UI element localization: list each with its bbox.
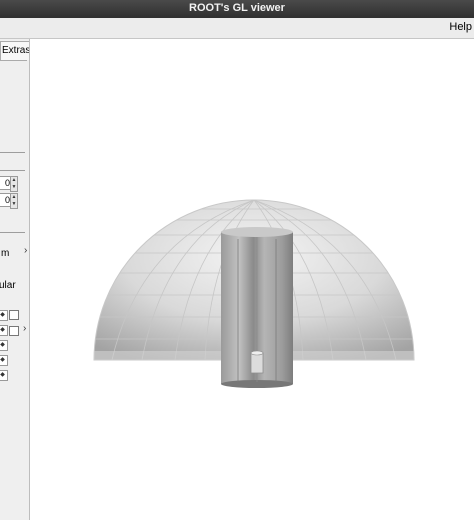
window-title: ROOT's GL viewer	[189, 2, 285, 14]
mini-spinner-1-icon[interactable]: ◆	[0, 310, 8, 321]
chevron-right-icon[interactable]: ›	[23, 323, 26, 334]
editor-side-panel: Extras 0 ▲ ▼ 0 ▲ ▼ m › ular ◆ › ◆ ◆ ◆ ◆	[0, 39, 30, 520]
side-label-partial-2: ular	[0, 280, 16, 291]
inner-cylinder	[221, 227, 293, 388]
window-title-bar: ROOT's GL viewer	[0, 0, 474, 18]
checkbox-2[interactable]	[9, 326, 19, 336]
mini-spinner-4-icon[interactable]: ◆	[0, 355, 8, 366]
panel-divider	[0, 232, 25, 233]
checkbox-1[interactable]	[9, 310, 19, 320]
gl-viewport[interactable]	[30, 39, 474, 520]
panel-divider	[0, 170, 25, 171]
tab-underline	[0, 60, 27, 61]
number-spinner-2[interactable]: 0 ▲ ▼	[0, 193, 19, 209]
menu-help[interactable]: Help	[449, 21, 472, 33]
mini-spinner-5-icon[interactable]: ◆	[0, 370, 8, 381]
mini-spinner-3-icon[interactable]: ◆	[0, 340, 8, 351]
menu-bar: Help	[0, 18, 474, 39]
tab-extras[interactable]: Extras	[0, 41, 29, 60]
chevron-right-icon[interactable]: ›	[24, 245, 27, 256]
spinner-2-arrows-icon[interactable]: ▲ ▼	[10, 193, 18, 209]
panel-divider	[0, 152, 25, 153]
mini-spinner-2-icon[interactable]: ◆	[0, 325, 8, 336]
number-spinner-1[interactable]: 0 ▲ ▼	[0, 176, 19, 192]
spinner-1-arrows-icon[interactable]: ▲ ▼	[10, 176, 18, 192]
side-label-partial-1: m	[1, 248, 10, 259]
gl-scene	[93, 199, 415, 388]
